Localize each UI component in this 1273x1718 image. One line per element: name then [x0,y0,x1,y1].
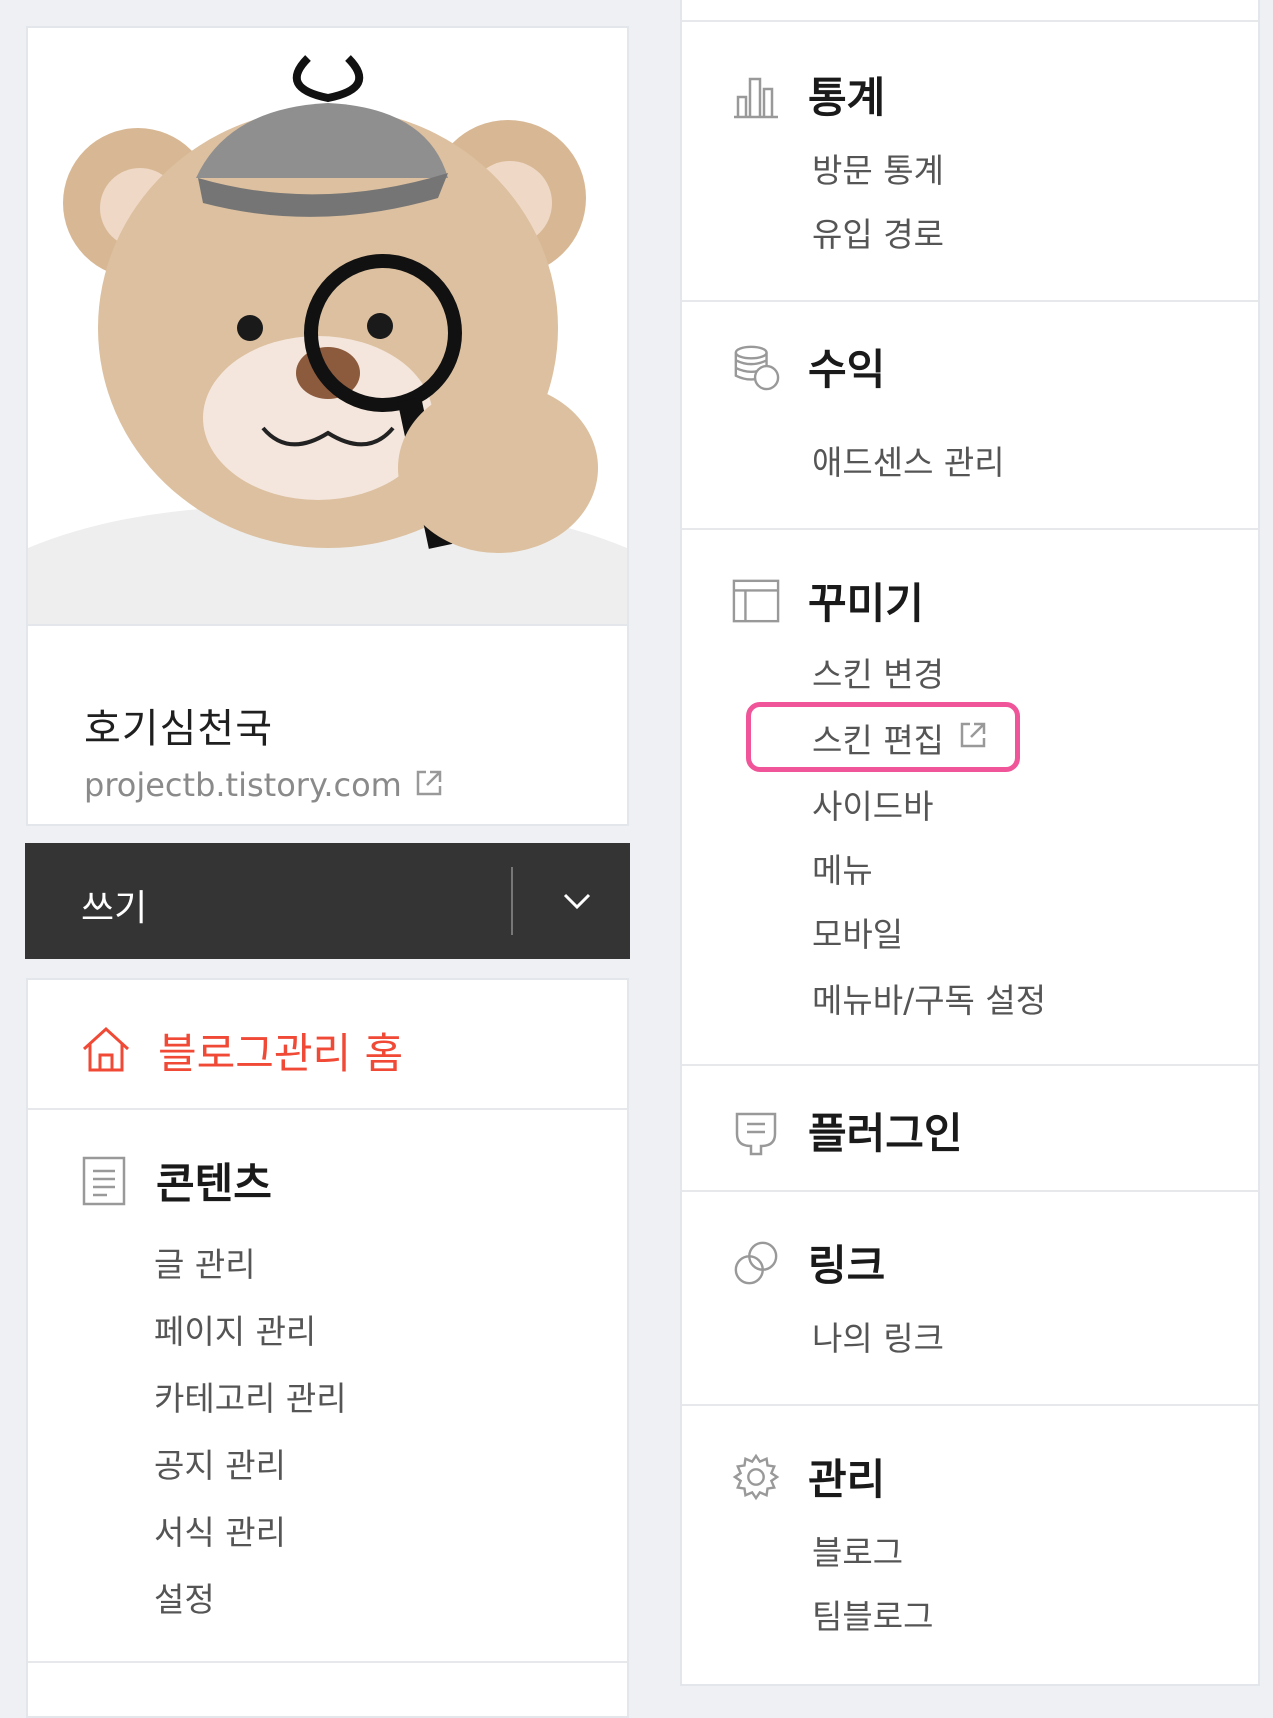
skin-edit-label[interactable]: 스킨 편집 [812,714,944,762]
menu-item-adsense[interactable]: 애드센스 관리 [812,436,1005,484]
layout-icon [732,577,780,625]
section-divider [682,300,1258,302]
section-revenue-header: 수익 [732,336,885,397]
blog-url-link[interactable]: projectb.tistory.com [84,766,444,804]
section-divider [682,528,1258,530]
menu-item-contents-settings[interactable]: 설정 [154,1573,215,1621]
admin-menu-right: 통계 방문 통계 유입 경로 수익 애드센스 관리 꾸미기 스킨 변경 스킨 편… [680,0,1260,1686]
menu-item-template-manage[interactable]: 서식 관리 [154,1506,286,1554]
menu-item-blog[interactable]: 블로그 [812,1526,903,1574]
section-decorate-title: 꾸미기 [808,579,924,628]
section-divider [28,1108,627,1110]
section-link-title: 링크 [808,1241,886,1290]
plug-icon [732,1107,780,1155]
menu-item-category-manage[interactable]: 카테고리 관리 [154,1372,347,1420]
menu-item-visit-stats[interactable]: 방문 통계 [812,144,944,192]
menu-item-menu[interactable]: 메뉴 [812,844,873,892]
section-plugin-header[interactable]: 플러그인 [732,1100,963,1161]
write-bar-divider [511,867,513,935]
menu-item-page-manage[interactable]: 페이지 관리 [154,1305,316,1353]
section-manage-title: 관리 [808,1455,886,1504]
menu-item-notice-manage[interactable]: 공지 관리 [154,1439,286,1487]
profile-image-teddy-bear [28,28,627,624]
write-button[interactable]: 쓰기 [81,879,147,931]
admin-menu-left: 블로그관리 홈 콘텐츠 글 관리 페이지 관리 카테고리 관리 공지 관리 서식… [26,978,629,1718]
link-icon [732,1239,780,1287]
section-divider [682,20,1258,22]
write-button-bar[interactable]: 쓰기 [25,843,630,959]
document-icon [80,1156,128,1205]
menu-item-my-link[interactable]: 나의 링크 [812,1312,944,1360]
section-manage-header: 관리 [732,1446,885,1507]
section-contents-title: 콘텐츠 [156,1159,272,1208]
external-link-icon [414,768,444,802]
chevron-down-icon [563,893,591,910]
menu-item-sidebar[interactable]: 사이드바 [812,780,933,828]
menu-item-referrer[interactable]: 유입 경로 [812,208,944,256]
section-divider [682,1064,1258,1066]
menu-item-skin-change[interactable]: 스킨 변경 [812,648,944,696]
menu-item-mobile[interactable]: 모바일 [812,908,903,956]
gear-icon [732,1453,780,1501]
section-contents-header: 콘텐츠 [80,1150,272,1211]
section-divider [682,1190,1258,1192]
menu-item-post-manage[interactable]: 글 관리 [154,1238,256,1286]
section-revenue-title: 수익 [808,345,886,394]
admin-home-label[interactable]: 블로그관리 홈 [158,1020,403,1081]
coins-icon [732,343,780,391]
menu-item-team-blog[interactable]: 팀블로그 [812,1590,933,1638]
menu-item-menubar-subscribe[interactable]: 메뉴바/구독 설정 [812,974,1046,1022]
blog-profile-card: 호기심천국 projectb.tistory.com [26,26,629,826]
home-icon [80,1025,132,1077]
section-stats-title: 통계 [808,73,886,122]
section-decorate-header: 꾸미기 [732,570,924,631]
profile-divider [28,624,627,626]
section-divider [28,1661,627,1663]
blog-url[interactable]: projectb.tistory.com [84,766,402,804]
menu-item-skin-edit[interactable]: 스킨 편집 [812,714,988,762]
blog-name: 호기심천국 [84,706,273,752]
section-link-header: 링크 [732,1232,885,1293]
admin-home-link[interactable]: 블로그관리 홈 [80,1020,403,1081]
section-stats-header: 통계 [732,64,885,125]
section-plugin-title[interactable]: 플러그인 [808,1100,963,1161]
external-link-icon [958,719,988,758]
write-dropdown-toggle[interactable] [555,881,599,921]
bar-chart-icon [732,71,780,119]
section-divider [682,1404,1258,1406]
